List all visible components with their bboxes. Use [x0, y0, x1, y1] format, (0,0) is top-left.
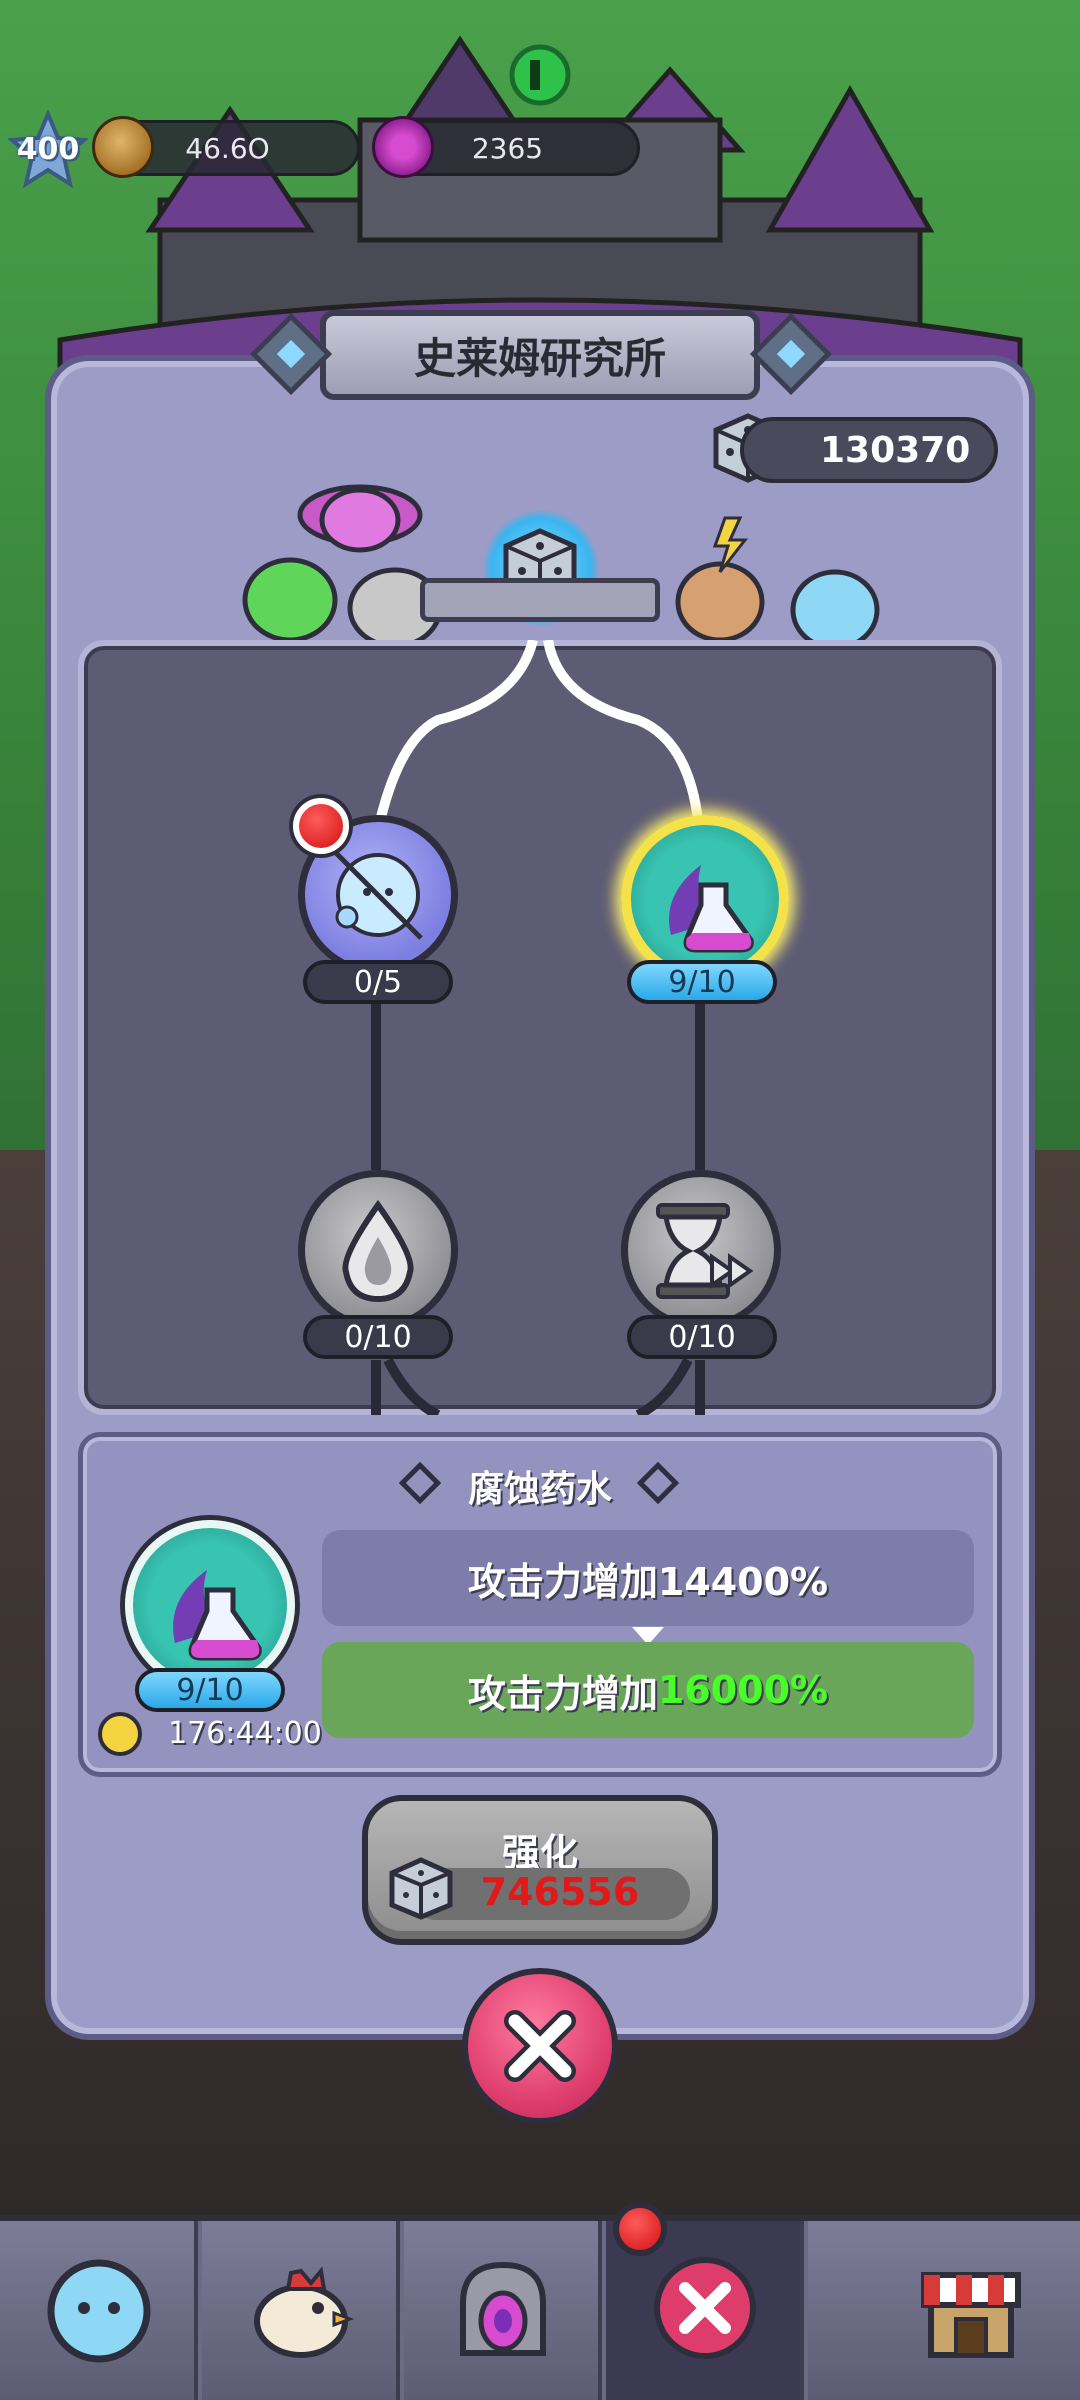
tree-node-hourglass-progress: 0/10 — [627, 1315, 777, 1359]
timer-icon — [98, 1712, 142, 1756]
coin-amount: 46.6O — [185, 131, 270, 165]
skill-potion-icon — [125, 1520, 295, 1690]
coin-icon — [92, 116, 154, 178]
close-button[interactable] — [462, 1968, 618, 2124]
tree-node-bubble-progress: 0/5 — [303, 960, 453, 1004]
skill-level: 9/10 — [135, 1668, 285, 1712]
hourglass-fast-forward-icon — [656, 1203, 754, 1299]
slime-icon — [47, 2259, 151, 2363]
title-plate: 史莱姆研究所 — [320, 310, 760, 400]
tree-node-hourglass[interactable] — [621, 1170, 781, 1330]
upgrade-cost: 746556 — [480, 1870, 640, 1914]
player-level: 400 — [16, 132, 80, 167]
skill-timer: 176:44:00 — [168, 1716, 322, 1751]
alert-badge — [293, 798, 349, 854]
water-drop-icon — [342, 1199, 414, 1303]
tree-connectors — [371, 640, 705, 1415]
nav-tab-slime[interactable] — [0, 2221, 198, 2400]
shop-icon — [921, 2272, 1021, 2358]
nav-tab-portal[interactable] — [404, 2221, 602, 2400]
next-stat: 攻击力增加 16000% — [322, 1642, 974, 1738]
tree-node-drop[interactable] — [298, 1170, 458, 1330]
tree-node-drop-progress: 0/10 — [303, 1315, 453, 1359]
chicken-icon — [254, 2266, 355, 2358]
potion-icon — [669, 865, 754, 953]
dice-currency-amount: 130370 — [820, 429, 971, 471]
next-stat-value: 16000% — [657, 1668, 829, 1712]
nav-tab-shop[interactable] — [808, 2221, 1080, 2400]
tree-node-potion[interactable] — [621, 815, 789, 983]
close-icon — [504, 2010, 576, 2082]
gem-icon — [372, 116, 434, 178]
lab-close-icon — [654, 2257, 756, 2359]
panel-title: 史莱姆研究所 — [413, 333, 666, 383]
nav-tab-chicken[interactable] — [202, 2221, 400, 2400]
current-stat: 攻击力增加14400% — [322, 1530, 974, 1626]
portal-icon — [460, 2261, 546, 2356]
next-stat-prefix: 攻击力增加 — [467, 1671, 658, 1716]
tree-node-potion-progress: 9/10 — [627, 960, 777, 1004]
research-pedestal — [420, 578, 660, 622]
nav-alert-badge — [613, 2202, 667, 2256]
skill-title: 腐蚀药水 — [467, 1469, 612, 1510]
gem-amount: 2365 — [471, 131, 544, 165]
